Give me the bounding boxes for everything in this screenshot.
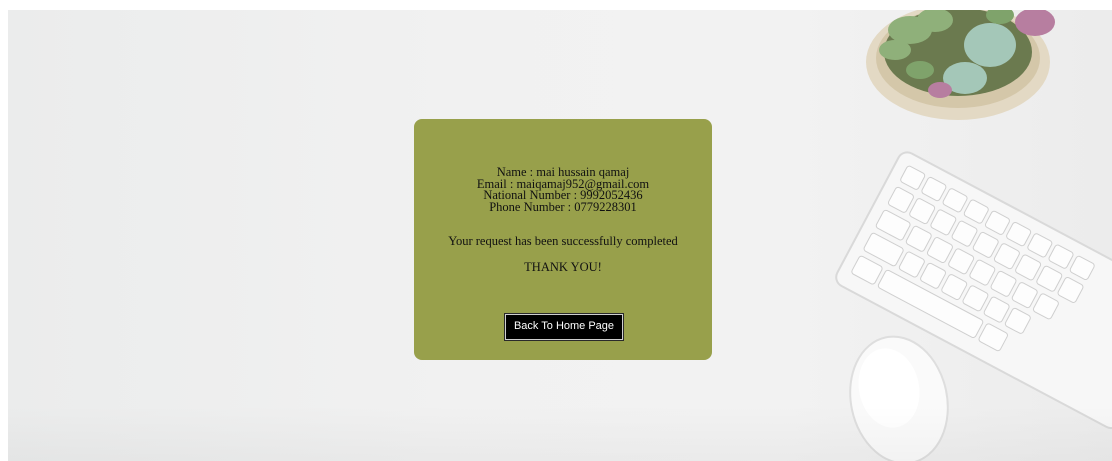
success-message: Your request has been successfully compl… bbox=[448, 234, 678, 248]
page: Name : mai hussain qamaj Email : maiqama… bbox=[0, 0, 1112, 461]
desk-shadow bbox=[8, 405, 1112, 461]
confirmation-card: Name : mai hussain qamaj Email : maiqama… bbox=[414, 119, 712, 360]
back-to-home-button[interactable]: Back To Home Page bbox=[505, 314, 623, 340]
succulent-plant-image bbox=[866, 10, 1055, 120]
phone-number-text: Phone Number : 0779228301 bbox=[489, 199, 637, 214]
thank-you-text: THANK YOU! bbox=[524, 260, 602, 274]
user-info: Name : mai hussain qamaj Email : maiqama… bbox=[414, 166, 712, 214]
